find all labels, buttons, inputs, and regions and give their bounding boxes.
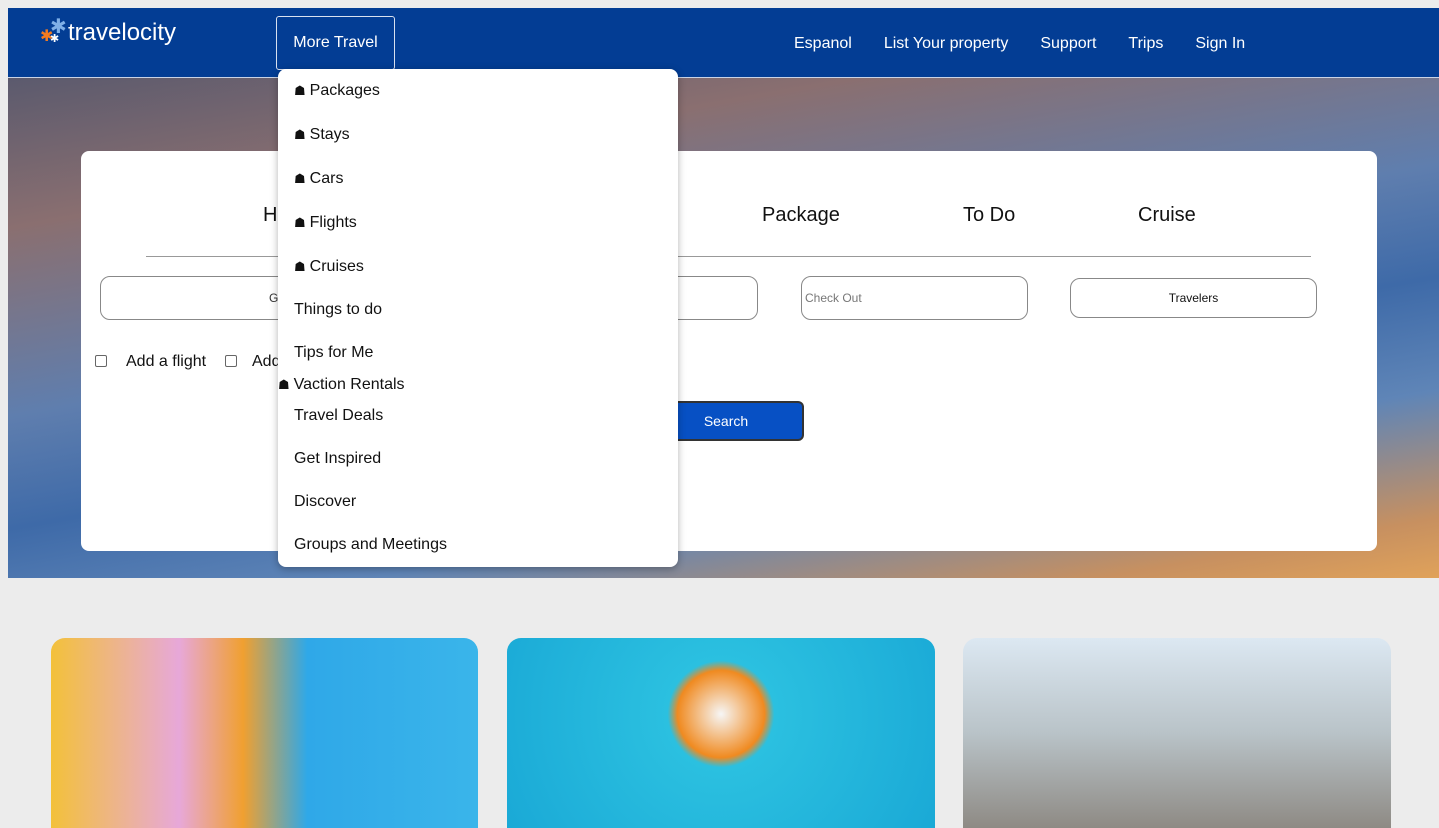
add-flight-label: Add a flight	[126, 353, 207, 370]
tab-package[interactable]: Package	[762, 204, 840, 227]
logo-text: travelocity	[68, 19, 177, 46]
add-option-label: Add	[252, 353, 281, 370]
more-travel-dropdown: ☗ Packages ☗ Stays ☗ Cars ☗ Flights ☗ Cruises…	[278, 69, 678, 567]
home-icon: ☗	[278, 377, 290, 392]
menu-item-tips[interactable]: Tips for Me	[294, 344, 373, 362]
home-icon: ☗	[294, 127, 306, 142]
nav-sign-in[interactable]: Sign In	[1195, 35, 1245, 53]
menu-item-travel-deals[interactable]: Travel Deals	[294, 407, 383, 425]
tab-hotel[interactable]: H	[263, 204, 277, 227]
check-out-placeholder: Check Out	[805, 291, 862, 305]
tab-cruise[interactable]: Cruise	[1138, 204, 1196, 227]
menu-item-stays[interactable]: ☗ Stays	[294, 126, 350, 144]
menu-item-flights[interactable]: ☗ Flights	[294, 214, 357, 232]
tab-to-do[interactable]: To Do	[963, 204, 1015, 227]
nav-trips[interactable]: Trips	[1128, 35, 1163, 53]
home-icon: ☗	[294, 171, 306, 186]
menu-item-cars[interactable]: ☗ Cars	[294, 170, 343, 188]
logo-stars-icon: ✱ ✱ ✱	[40, 16, 67, 45]
add-option-checkbox[interactable]	[225, 355, 237, 367]
menu-item-cruises[interactable]: ☗ Cruises	[294, 258, 364, 276]
menu-item-vacation-rentals[interactable]: ☗ Vaction Rentals	[278, 376, 405, 394]
check-out-input[interactable]: Check Out	[801, 276, 1028, 320]
menu-item-groups[interactable]: Groups and Meetings	[294, 536, 447, 554]
destination-image-pool-ball[interactable]	[507, 638, 935, 828]
menu-item-things-to-do[interactable]: Things to do	[294, 301, 382, 319]
search-button-label: Search	[703, 413, 749, 429]
home-icon: ☗	[294, 83, 306, 98]
menu-item-get-inspired[interactable]: Get Inspired	[294, 450, 381, 468]
destination-image-rope-bridge[interactable]	[963, 638, 1391, 828]
nav-list-property[interactable]: List Your property	[884, 35, 1009, 53]
menu-item-packages[interactable]: ☗ Packages	[294, 82, 380, 100]
nav-espanol[interactable]: Espanol	[794, 35, 852, 53]
home-icon: ☗	[294, 259, 306, 274]
travelers-button[interactable]: Travelers	[1070, 278, 1317, 318]
travelocity-logo[interactable]: ✱ ✱ ✱ travelocity	[38, 16, 177, 48]
top-nav: Espanol List Your property Support Trips…	[794, 35, 1245, 53]
home-icon: ☗	[294, 215, 306, 230]
add-flight-checkbox[interactable]	[95, 355, 107, 367]
destination-image-colorful-street[interactable]	[51, 638, 478, 828]
travelers-label: Travelers	[1168, 291, 1219, 305]
top-header: ✱ ✱ ✱ travelocity More Travel Espanol List…	[8, 8, 1439, 78]
going-to-label: G	[269, 291, 279, 305]
nav-support[interactable]: Support	[1040, 35, 1096, 53]
more-travel-button[interactable]: More Travel	[276, 16, 395, 70]
menu-item-discover[interactable]: Discover	[294, 493, 356, 511]
